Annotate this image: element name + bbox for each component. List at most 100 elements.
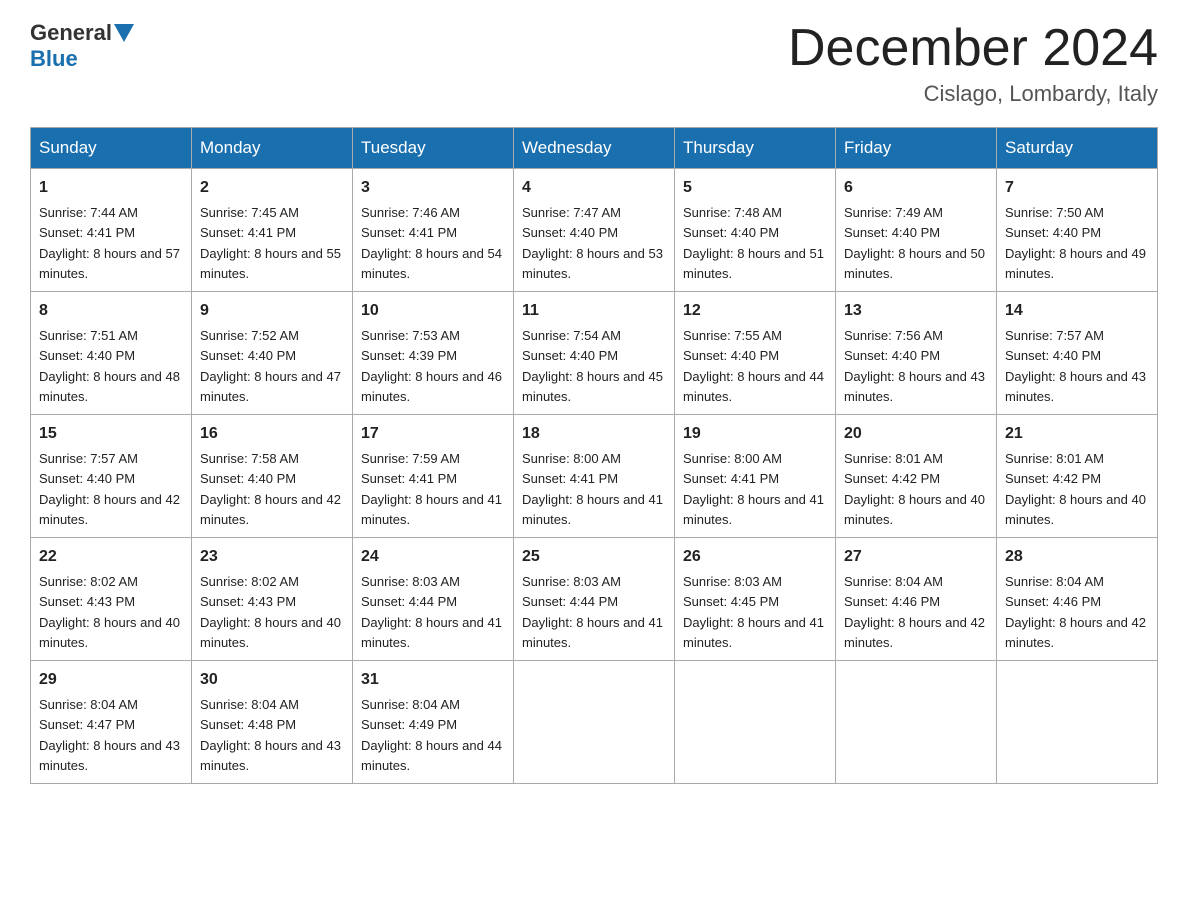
day-number: 23 <box>200 545 344 569</box>
calendar-table: SundayMondayTuesdayWednesdayThursdayFrid… <box>30 127 1158 784</box>
day-info: Sunrise: 7:47 AMSunset: 4:40 PMDaylight:… <box>522 205 663 281</box>
day-info: Sunrise: 8:03 AMSunset: 4:45 PMDaylight:… <box>683 574 824 650</box>
day-info: Sunrise: 7:50 AMSunset: 4:40 PMDaylight:… <box>1005 205 1146 281</box>
day-number: 27 <box>844 545 988 569</box>
day-number: 1 <box>39 176 183 200</box>
day-number: 3 <box>361 176 505 200</box>
day-info: Sunrise: 8:01 AMSunset: 4:42 PMDaylight:… <box>844 451 985 527</box>
calendar-cell: 28Sunrise: 8:04 AMSunset: 4:46 PMDayligh… <box>997 538 1158 661</box>
calendar-cell: 22 Sunrise: 8:02 AMSunset: 4:43 PMDayligh… <box>31 538 192 661</box>
calendar-cell: 3 Sunrise: 7:46 AMSunset: 4:41 PMDaylight… <box>353 169 514 292</box>
calendar-cell: 15 Sunrise: 7:57 AMSunset: 4:40 PMDayligh… <box>31 415 192 538</box>
calendar-header-sunday: Sunday <box>31 128 192 169</box>
day-number: 18 <box>522 422 666 446</box>
calendar-week-row: 15 Sunrise: 7:57 AMSunset: 4:40 PMDayligh… <box>31 415 1158 538</box>
location: Cislago, Lombardy, Italy <box>788 81 1158 107</box>
calendar-week-row: 22 Sunrise: 8:02 AMSunset: 4:43 PMDayligh… <box>31 538 1158 661</box>
calendar-week-row: 8Sunrise: 7:51 AMSunset: 4:40 PMDaylight… <box>31 292 1158 415</box>
day-number: 9 <box>200 299 344 323</box>
calendar-cell: 4 Sunrise: 7:47 AMSunset: 4:40 PMDaylight… <box>514 169 675 292</box>
day-number: 13 <box>844 299 988 323</box>
calendar-cell <box>514 661 675 784</box>
logo-blue-text: Blue <box>30 46 78 72</box>
day-number: 11 <box>522 299 666 323</box>
day-info: Sunrise: 8:04 AMSunset: 4:49 PMDaylight:… <box>361 697 502 773</box>
calendar-cell: 27Sunrise: 8:04 AMSunset: 4:46 PMDayligh… <box>836 538 997 661</box>
day-info: Sunrise: 7:53 AMSunset: 4:39 PMDaylight:… <box>361 328 502 404</box>
day-info: Sunrise: 8:04 AMSunset: 4:46 PMDaylight:… <box>1005 574 1146 650</box>
day-number: 12 <box>683 299 827 323</box>
day-info: Sunrise: 8:00 AMSunset: 4:41 PMDaylight:… <box>683 451 824 527</box>
calendar-cell: 7Sunrise: 7:50 AMSunset: 4:40 PMDaylight… <box>997 169 1158 292</box>
day-number: 17 <box>361 422 505 446</box>
day-number: 16 <box>200 422 344 446</box>
day-number: 20 <box>844 422 988 446</box>
calendar-cell: 18 Sunrise: 8:00 AMSunset: 4:41 PMDayligh… <box>514 415 675 538</box>
calendar-cell: 12Sunrise: 7:55 AMSunset: 4:40 PMDayligh… <box>675 292 836 415</box>
day-number: 19 <box>683 422 827 446</box>
calendar-week-row: 29 Sunrise: 8:04 AMSunset: 4:47 PMDayligh… <box>31 661 1158 784</box>
day-info: Sunrise: 7:54 AMSunset: 4:40 PMDaylight:… <box>522 328 663 404</box>
day-info: Sunrise: 7:44 AMSunset: 4:41 PMDaylight:… <box>39 205 180 281</box>
title-section: December 2024 Cislago, Lombardy, Italy <box>788 20 1158 107</box>
day-info: Sunrise: 7:57 AMSunset: 4:40 PMDaylight:… <box>1005 328 1146 404</box>
day-number: 15 <box>39 422 183 446</box>
day-info: Sunrise: 7:52 AMSunset: 4:40 PMDaylight:… <box>200 328 341 404</box>
calendar-header-monday: Monday <box>192 128 353 169</box>
calendar-cell: 11 Sunrise: 7:54 AMSunset: 4:40 PMDayligh… <box>514 292 675 415</box>
day-info: Sunrise: 8:00 AMSunset: 4:41 PMDaylight:… <box>522 451 663 527</box>
calendar-header-saturday: Saturday <box>997 128 1158 169</box>
day-number: 29 <box>39 668 183 692</box>
day-number: 25 <box>522 545 666 569</box>
day-info: Sunrise: 7:59 AMSunset: 4:41 PMDaylight:… <box>361 451 502 527</box>
calendar-cell: 17 Sunrise: 7:59 AMSunset: 4:41 PMDayligh… <box>353 415 514 538</box>
day-info: Sunrise: 7:49 AMSunset: 4:40 PMDaylight:… <box>844 205 985 281</box>
calendar-header-row: SundayMondayTuesdayWednesdayThursdayFrid… <box>31 128 1158 169</box>
calendar-cell <box>836 661 997 784</box>
calendar-cell: 24 Sunrise: 8:03 AMSunset: 4:44 PMDayligh… <box>353 538 514 661</box>
calendar-cell: 13 Sunrise: 7:56 AMSunset: 4:40 PMDayligh… <box>836 292 997 415</box>
day-info: Sunrise: 8:03 AMSunset: 4:44 PMDaylight:… <box>361 574 502 650</box>
day-info: Sunrise: 8:01 AMSunset: 4:42 PMDaylight:… <box>1005 451 1146 527</box>
month-title: December 2024 <box>788 20 1158 77</box>
day-number: 2 <box>200 176 344 200</box>
day-number: 24 <box>361 545 505 569</box>
calendar-cell: 26 Sunrise: 8:03 AMSunset: 4:45 PMDayligh… <box>675 538 836 661</box>
day-info: Sunrise: 7:45 AMSunset: 4:41 PMDaylight:… <box>200 205 341 281</box>
day-number: 21 <box>1005 422 1149 446</box>
day-number: 26 <box>683 545 827 569</box>
day-info: Sunrise: 7:48 AMSunset: 4:40 PMDaylight:… <box>683 205 824 281</box>
calendar-cell: 30 Sunrise: 8:04 AMSunset: 4:48 PMDayligh… <box>192 661 353 784</box>
day-number: 30 <box>200 668 344 692</box>
calendar-cell: 16 Sunrise: 7:58 AMSunset: 4:40 PMDayligh… <box>192 415 353 538</box>
day-info: Sunrise: 7:56 AMSunset: 4:40 PMDaylight:… <box>844 328 985 404</box>
calendar-header-thursday: Thursday <box>675 128 836 169</box>
calendar-cell: 20 Sunrise: 8:01 AMSunset: 4:42 PMDayligh… <box>836 415 997 538</box>
calendar-cell <box>997 661 1158 784</box>
day-info: Sunrise: 8:04 AMSunset: 4:48 PMDaylight:… <box>200 697 341 773</box>
calendar-cell: 14Sunrise: 7:57 AMSunset: 4:40 PMDayligh… <box>997 292 1158 415</box>
calendar-cell: 29 Sunrise: 8:04 AMSunset: 4:47 PMDayligh… <box>31 661 192 784</box>
calendar-cell: 21 Sunrise: 8:01 AMSunset: 4:42 PMDayligh… <box>997 415 1158 538</box>
day-info: Sunrise: 7:58 AMSunset: 4:40 PMDaylight:… <box>200 451 341 527</box>
day-info: Sunrise: 8:04 AMSunset: 4:47 PMDaylight:… <box>39 697 180 773</box>
calendar-cell <box>675 661 836 784</box>
day-number: 4 <box>522 176 666 200</box>
calendar-header-wednesday: Wednesday <box>514 128 675 169</box>
day-info: Sunrise: 7:57 AMSunset: 4:40 PMDaylight:… <box>39 451 180 527</box>
logo-blue: Blue <box>30 46 78 71</box>
calendar-cell: 19 Sunrise: 8:00 AMSunset: 4:41 PMDayligh… <box>675 415 836 538</box>
day-info: Sunrise: 8:02 AMSunset: 4:43 PMDaylight:… <box>39 574 180 650</box>
calendar-cell: 10Sunrise: 7:53 AMSunset: 4:39 PMDayligh… <box>353 292 514 415</box>
logo-text: General <box>30 20 136 46</box>
calendar-header-tuesday: Tuesday <box>353 128 514 169</box>
day-info: Sunrise: 7:51 AMSunset: 4:40 PMDaylight:… <box>39 328 180 404</box>
page-header: General Blue December 2024 Cislago, Lomb… <box>30 20 1158 107</box>
calendar-cell: 1 Sunrise: 7:44 AMSunset: 4:41 PMDaylight… <box>31 169 192 292</box>
day-info: Sunrise: 8:02 AMSunset: 4:43 PMDaylight:… <box>200 574 341 650</box>
day-info: Sunrise: 7:46 AMSunset: 4:41 PMDaylight:… <box>361 205 502 281</box>
calendar-cell: 25 Sunrise: 8:03 AMSunset: 4:44 PMDayligh… <box>514 538 675 661</box>
day-info: Sunrise: 8:03 AMSunset: 4:44 PMDaylight:… <box>522 574 663 650</box>
calendar-cell: 9 Sunrise: 7:52 AMSunset: 4:40 PMDaylight… <box>192 292 353 415</box>
day-number: 22 <box>39 545 183 569</box>
